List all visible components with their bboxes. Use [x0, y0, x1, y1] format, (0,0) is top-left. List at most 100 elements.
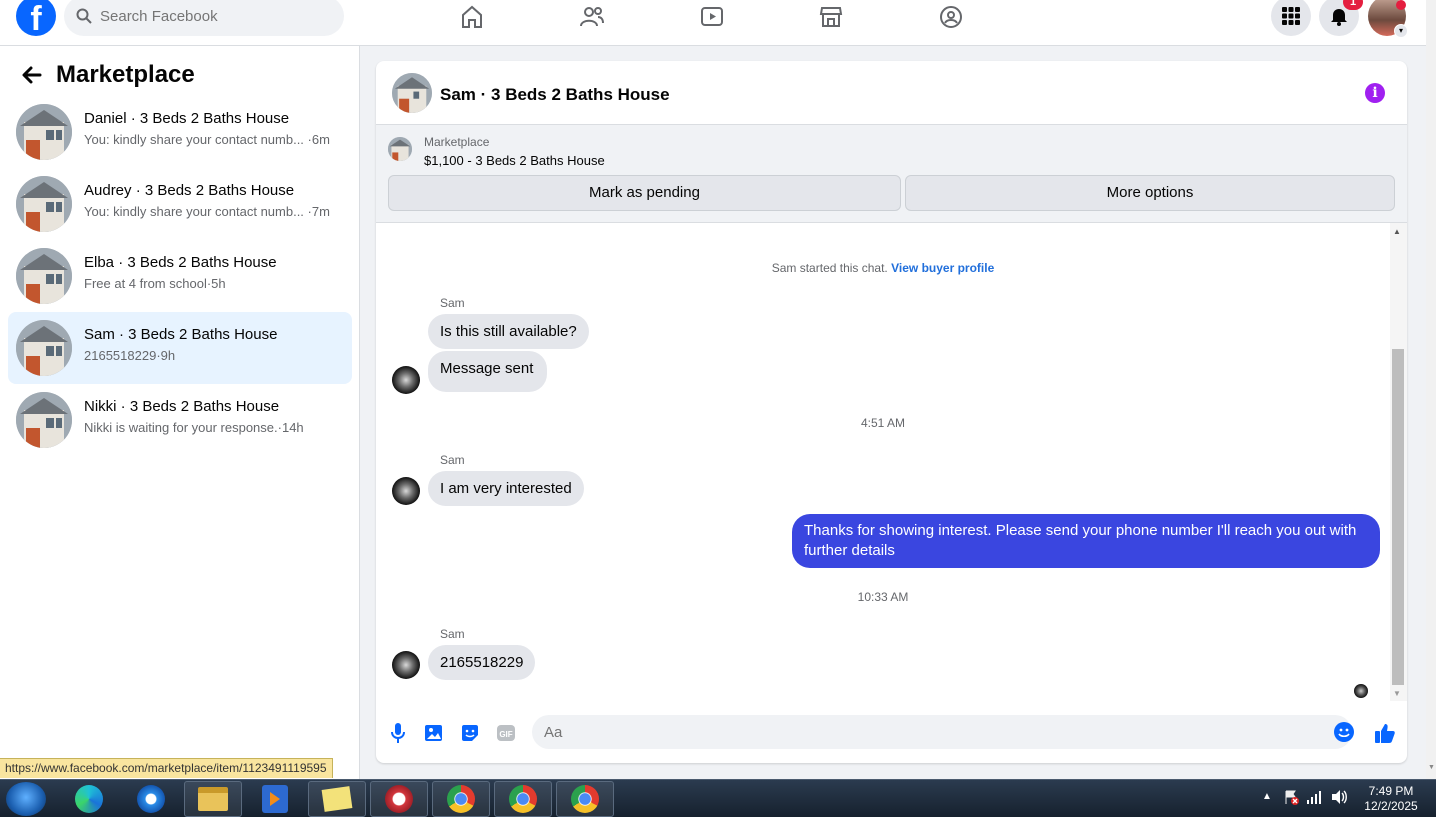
chrome-icon[interactable] — [432, 781, 490, 817]
conversation-title: Audrey · 3 Beds 2 Baths House — [84, 182, 295, 199]
windows-taskbar: ▲ 7:49 PM 12/2/2025 — [0, 779, 1436, 817]
conversation-preview: Free at 4 from school·5h — [84, 276, 226, 291]
sender-avatar[interactable] — [392, 651, 420, 679]
back-arrow-icon[interactable] — [20, 63, 44, 87]
sticker-icon[interactable] — [460, 723, 480, 743]
message-bubble[interactable]: Message sent — [428, 351, 548, 392]
microphone-icon[interactable] — [388, 723, 408, 743]
chat-title[interactable]: Sam · 3 Beds 2 Baths House — [440, 85, 670, 105]
chrome-active-icon[interactable] — [556, 781, 614, 817]
conversation-item-nikki[interactable]: Nikki · 3 Beds 2 Baths House Nikki is wa… — [8, 384, 352, 456]
sender-avatar[interactable] — [392, 477, 420, 505]
status-dot — [1396, 0, 1406, 10]
groups-icon[interactable] — [931, 0, 971, 34]
search-bar[interactable] — [64, 0, 344, 36]
clock-time: 7:49 PM — [1368, 784, 1414, 798]
svg-text:GIF: GIF — [499, 730, 512, 739]
listing-banner: Marketplace $1,100 - 3 Beds 2 Baths Hous… — [376, 125, 1407, 223]
info-icon[interactable]: i — [1365, 83, 1385, 103]
chat-panel: Sam · 3 Beds 2 Baths House i Marketplace… — [376, 61, 1407, 763]
message-bubble[interactable]: Is this still available? — [428, 314, 589, 349]
message-list: Sam started this chat. View buyer profil… — [376, 223, 1390, 701]
page-scroll-down-icon[interactable]: ▼ — [1428, 764, 1435, 771]
grid-icon — [1282, 7, 1300, 25]
snipping-tool-icon[interactable] — [370, 781, 428, 817]
conversation-preview: 2165518229·9h — [84, 348, 176, 363]
conversation-title: Elba · 3 Beds 2 Baths House — [84, 254, 277, 271]
action-center-flag-icon[interactable] — [1283, 789, 1299, 808]
clock-date: 12/2/2025 — [1364, 799, 1418, 813]
like-thumb-icon[interactable] — [1373, 721, 1397, 745]
message-sender: Sam — [440, 453, 465, 467]
conversation-preview: You: kindly share your contact numb... ·… — [84, 132, 330, 147]
house-thumbnail — [16, 248, 72, 304]
conversation-item-daniel[interactable]: Daniel · 3 Beds 2 Baths House You: kindl… — [8, 96, 352, 168]
media-player-icon[interactable] — [246, 781, 304, 817]
seen-indicator-avatar — [1354, 684, 1368, 698]
conversation-sidebar: Marketplace Daniel · 3 Beds 2 Baths Hous… — [0, 46, 360, 779]
message-input[interactable] — [544, 721, 1314, 743]
windows-start-button[interactable] — [6, 782, 46, 816]
conversation-title: Daniel · 3 Beds 2 Baths House — [84, 110, 290, 127]
message-bubble[interactable]: 2165518229 — [428, 645, 536, 680]
message-sender: Sam — [440, 296, 465, 310]
conversation-item-audrey[interactable]: Audrey · 3 Beds 2 Baths House You: kindl… — [8, 168, 352, 240]
page-scrollbar[interactable] — [1426, 0, 1436, 779]
status-bar-url: https://www.facebook.com/marketplace/ite… — [0, 758, 333, 778]
emoji-icon[interactable] — [1334, 722, 1354, 742]
chrome-profile-icon[interactable] — [494, 781, 552, 817]
bell-icon — [1331, 9, 1347, 26]
house-thumbnail — [16, 104, 72, 160]
facebook-logo[interactable]: f — [16, 0, 56, 36]
notification-badge: 1 — [1343, 0, 1363, 10]
video-icon[interactable] — [692, 0, 732, 34]
gif-icon[interactable]: GIF — [496, 723, 516, 743]
listing-name[interactable]: $1,100 - 3 Beds 2 Baths House — [424, 153, 605, 168]
search-input[interactable] — [100, 2, 330, 30]
top-navigation-bar: f 1 ▾ — [0, 0, 1426, 46]
friends-icon[interactable] — [572, 0, 612, 34]
sticky-notes-icon[interactable] — [308, 781, 366, 817]
volume-icon[interactable] — [1330, 789, 1348, 808]
outgoing-message-bubble[interactable]: Thanks for showing interest. Please send… — [792, 514, 1380, 568]
tray-expand-icon[interactable]: ▲ — [1262, 791, 1272, 802]
search-icon — [76, 8, 92, 24]
network-signal-icon[interactable] — [1306, 790, 1322, 807]
sender-avatar[interactable] — [392, 366, 420, 394]
home-icon[interactable] — [452, 0, 492, 34]
conversation-title: Nikki · 3 Beds 2 Baths House — [84, 398, 280, 415]
chat-header: Sam · 3 Beds 2 Baths House i — [376, 61, 1407, 125]
conversation-item-elba[interactable]: Elba · 3 Beds 2 Baths House Free at 4 fr… — [8, 240, 352, 312]
marketplace-icon[interactable] — [811, 0, 851, 34]
file-explorer-icon[interactable] — [184, 781, 242, 817]
internet-explorer-icon[interactable] — [122, 781, 180, 817]
edge-browser-icon[interactable] — [60, 781, 118, 817]
conversation-preview: You: kindly share your contact numb... ·… — [84, 204, 330, 219]
conversation-title: Sam · 3 Beds 2 Baths House — [84, 326, 278, 343]
message-timestamp: 10:33 AM — [857, 590, 909, 604]
house-thumbnail — [16, 392, 72, 448]
chevron-down-icon[interactable]: ▾ — [1394, 24, 1408, 38]
more-options-button[interactable]: More options — [905, 175, 1395, 211]
house-thumbnail — [16, 320, 72, 376]
message-timestamp: 4:51 AM — [860, 416, 906, 430]
conversation-preview: Nikki is waiting for your response.·14h — [84, 420, 304, 435]
listing-category: Marketplace — [424, 135, 490, 149]
mark-as-pending-button[interactable]: Mark as pending — [388, 175, 901, 211]
message-bubble[interactable]: I am very interested — [428, 471, 584, 506]
message-input-box[interactable] — [532, 715, 1352, 749]
system-clock[interactable]: 7:49 PM 12/2/2025 — [1352, 784, 1430, 814]
chat-scrollbar-thumb[interactable] — [1392, 349, 1404, 685]
menu-grid-button[interactable] — [1271, 0, 1311, 36]
sidebar-title: Marketplace — [56, 61, 195, 88]
chat-started-note: Sam started this chat. View buyer profil… — [771, 261, 995, 275]
scroll-down-arrow-icon[interactable]: ▼ — [1393, 689, 1401, 698]
message-composer: GIF — [376, 701, 1407, 763]
photo-icon[interactable] — [424, 723, 444, 743]
scroll-up-arrow-icon[interactable]: ▲ — [1393, 227, 1401, 236]
message-sender: Sam — [440, 627, 465, 641]
listing-thumbnail[interactable] — [388, 137, 412, 161]
conversation-item-sam[interactable]: Sam · 3 Beds 2 Baths House 2165518229·9h — [8, 312, 352, 384]
view-buyer-profile-link[interactable]: View buyer profile — [891, 261, 994, 275]
chat-avatar[interactable] — [392, 73, 432, 113]
